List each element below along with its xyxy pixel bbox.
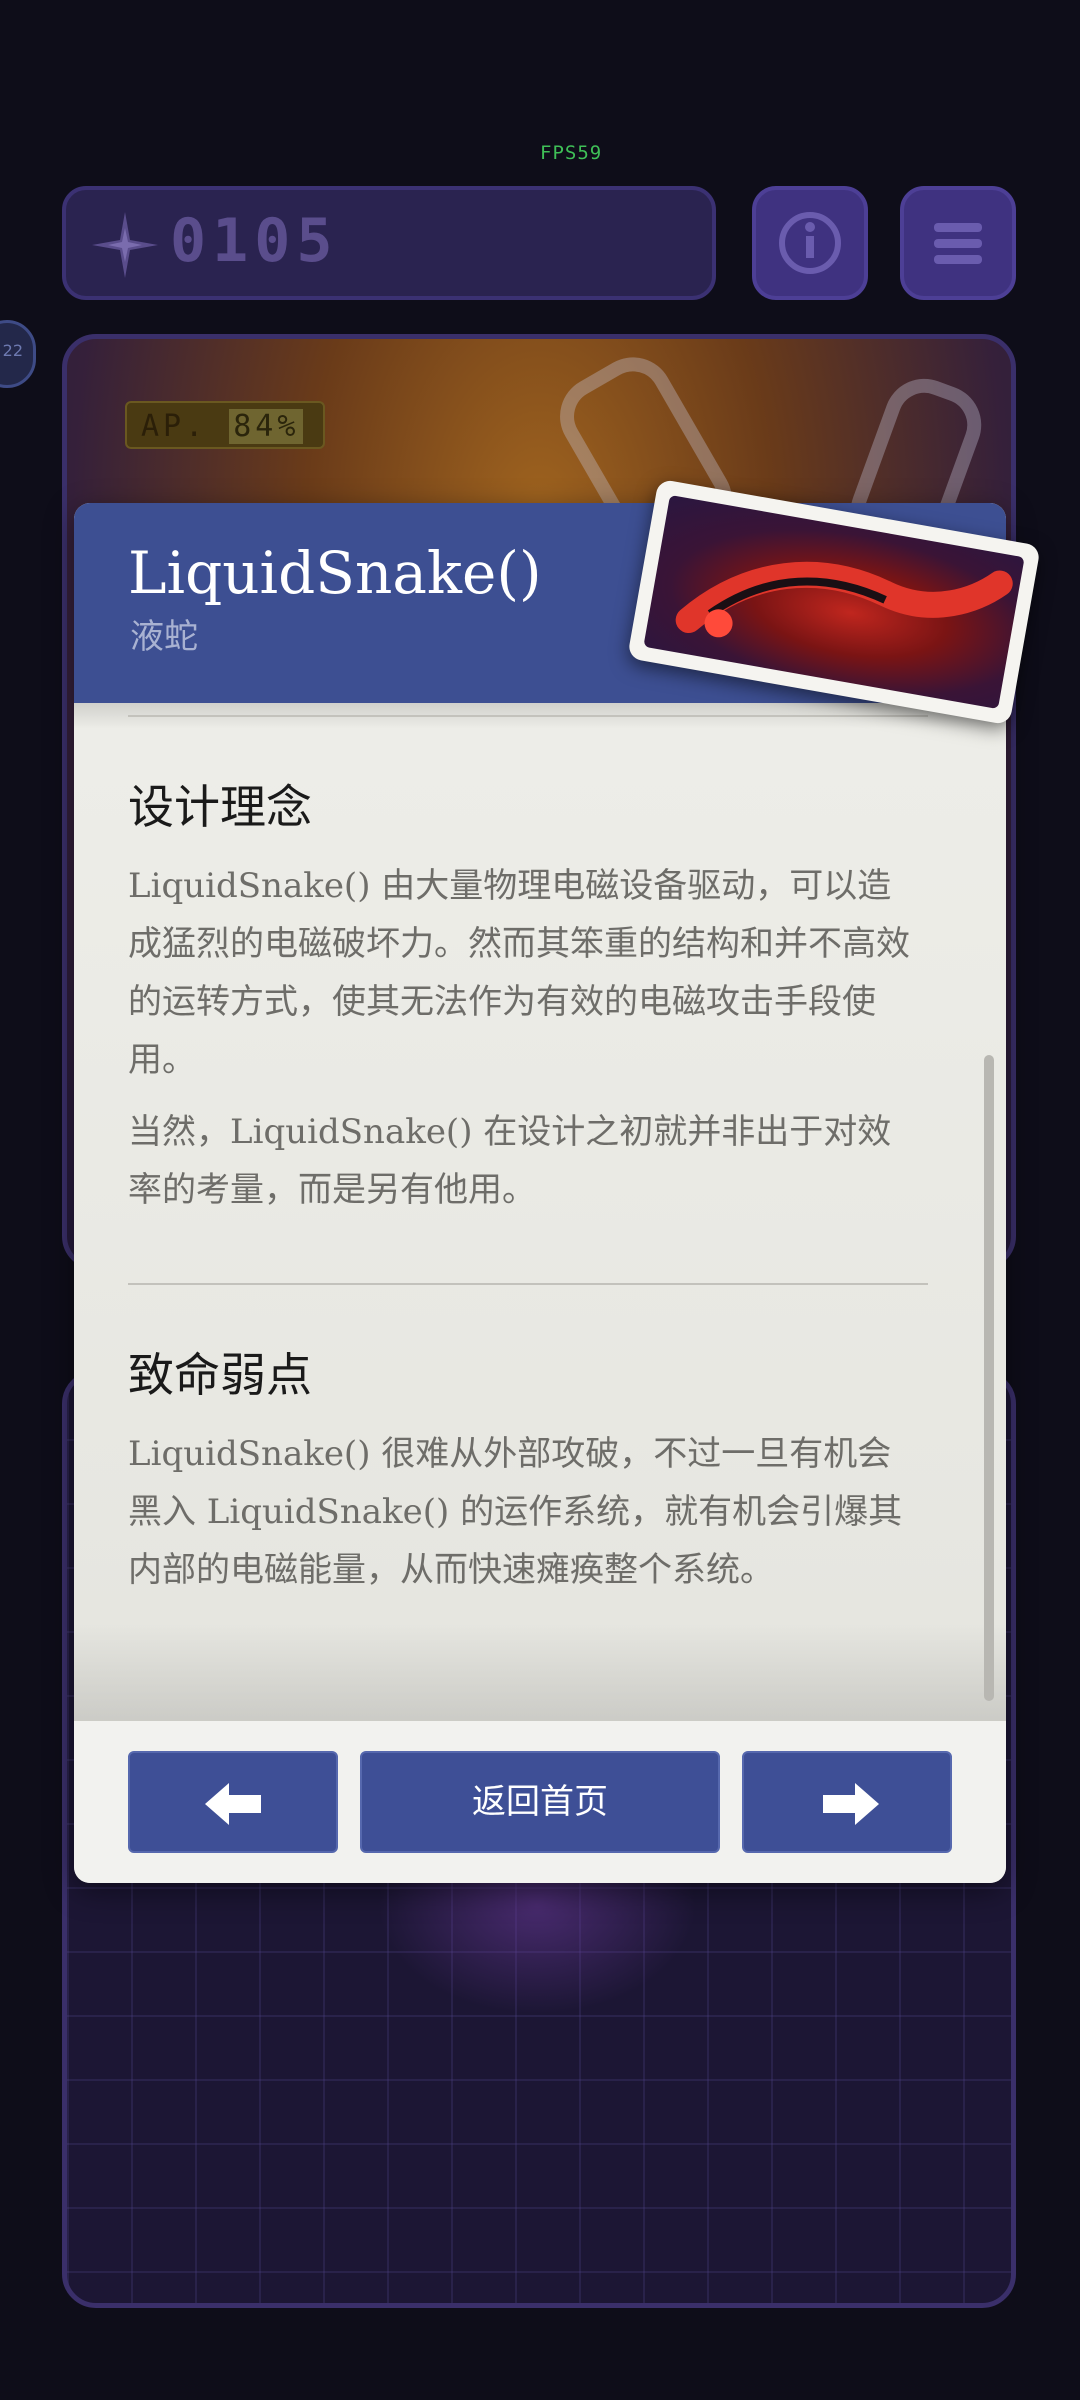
menu-button[interactable] — [900, 186, 1016, 300]
side-badge-number: 22 — [2, 341, 23, 360]
compass-star-icon — [92, 212, 158, 278]
info-dialog: LiquidSnake() 液蛇 设计理念 LiquidSnake() 由大量物… — [74, 503, 1006, 1883]
content-fade — [74, 1623, 1006, 1723]
score-value: 0105 — [170, 206, 339, 276]
dialog-footer: 返回首页 — [74, 1721, 1006, 1883]
arrow-left-icon — [205, 1783, 261, 1825]
section-paragraph: 当然，LiquidSnake() 在设计之初就并非出于对效率的考量，而是另有他用… — [128, 1112, 892, 1210]
scrollbar[interactable] — [984, 1055, 994, 1701]
info-icon — [779, 212, 841, 274]
info-button[interactable] — [752, 186, 868, 300]
dialog-subtitle: 液蛇 — [130, 617, 198, 657]
dialog-title: LiquidSnake() — [128, 539, 542, 607]
divider — [128, 715, 928, 717]
side-badge[interactable]: 22 — [0, 320, 36, 388]
ap-indicator: AP. 84% — [125, 401, 325, 449]
section-paragraph: LiquidSnake() 很难从外部攻破，不过一旦有机会黑入 LiquidSn… — [128, 1434, 903, 1590]
previous-button[interactable] — [128, 1751, 338, 1853]
next-button[interactable] — [742, 1751, 952, 1853]
score-panel: 0105 — [62, 186, 716, 300]
section-heading-design: 设计理念 — [128, 780, 312, 834]
divider — [128, 1283, 928, 1285]
arrow-right-icon — [823, 1783, 879, 1825]
ap-label: AP. — [141, 409, 208, 444]
return-home-button[interactable]: 返回首页 — [360, 1751, 720, 1853]
ap-value: 84% — [229, 409, 304, 444]
section-heading-weakness: 致命弱点 — [128, 1348, 312, 1402]
fps-counter: FPS59 — [540, 142, 603, 164]
section-paragraph: LiquidSnake() 由大量物理电磁设备驱动，可以造成猛烈的电磁破坏力。然… — [128, 866, 910, 1080]
hamburger-menu-icon — [934, 223, 982, 264]
